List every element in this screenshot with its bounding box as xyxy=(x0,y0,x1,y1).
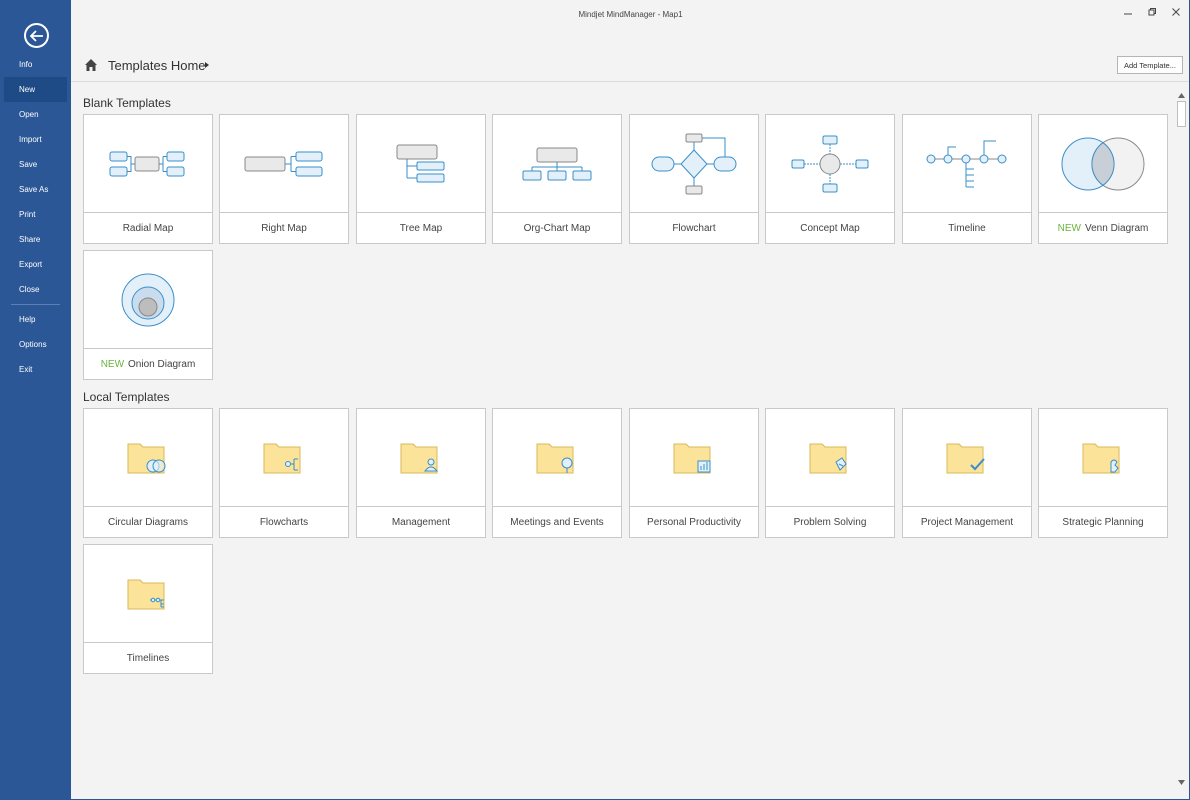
backstage-menu: Info New Open Import Save Save As Print … xyxy=(0,52,71,382)
card-label: Project Management xyxy=(903,506,1031,537)
restore-button[interactable] xyxy=(1142,7,1162,21)
menu-item-new[interactable]: New xyxy=(4,77,67,102)
add-template-button[interactable]: Add Template... xyxy=(1117,56,1183,74)
chevron-up-icon xyxy=(1178,92,1185,98)
concept-map-thumbnail xyxy=(766,115,894,212)
card-label: Management xyxy=(357,506,485,537)
template-folder-timelines[interactable]: Timelines xyxy=(83,544,213,674)
template-card-concept-map[interactable]: Concept Map xyxy=(765,114,895,244)
restore-icon xyxy=(1148,8,1156,16)
card-label: Timelines xyxy=(84,642,212,673)
card-label: Tree Map xyxy=(357,212,485,243)
menu-item-save-as[interactable]: Save As xyxy=(0,177,71,202)
menu-item-help[interactable]: Help xyxy=(0,307,71,332)
folder-icon xyxy=(493,409,621,506)
template-card-timeline[interactable]: Timeline xyxy=(902,114,1032,244)
card-label: Org-Chart Map xyxy=(493,212,621,243)
close-icon xyxy=(1172,8,1180,16)
menu-item-share[interactable]: Share xyxy=(0,227,71,252)
card-label: Personal Productivity xyxy=(630,506,758,537)
page-title[interactable]: Templates Home xyxy=(108,58,206,73)
card-label: Circular Diagrams xyxy=(84,506,212,537)
template-card-org-chart-map[interactable]: Org-Chart Map xyxy=(492,114,622,244)
section-title-local: Local Templates xyxy=(83,390,170,404)
radial-map-thumbnail xyxy=(84,115,212,212)
card-label: Flowchart xyxy=(630,212,758,243)
menu-item-save[interactable]: Save xyxy=(0,152,71,177)
org-chart-thumbnail xyxy=(493,115,621,212)
scrollbar-thumb[interactable] xyxy=(1177,101,1186,127)
menu-item-exit[interactable]: Exit xyxy=(0,357,71,382)
home-icon[interactable] xyxy=(84,58,98,72)
card-label: Radial Map xyxy=(84,212,212,243)
new-badge: NEW xyxy=(1057,222,1081,234)
templates-gallery: Blank Templates Radial Map Right Map Tre… xyxy=(71,83,1175,799)
new-badge: NEW xyxy=(100,358,125,370)
template-card-venn-diagram[interactable]: NEW Venn Diagram xyxy=(1038,114,1168,244)
card-label: Meetings and Events xyxy=(493,506,621,537)
card-label: Concept Map xyxy=(766,212,894,243)
menu-item-info[interactable]: Info xyxy=(0,52,71,77)
card-label: NEW Onion Diagram xyxy=(84,348,212,379)
template-folder-problem-solving[interactable]: Problem Solving xyxy=(765,408,895,538)
right-map-thumbnail xyxy=(220,115,348,212)
template-folder-flowcharts[interactable]: Flowcharts xyxy=(219,408,349,538)
title-bar: Mindjet MindManager - Map1 xyxy=(71,0,1190,28)
card-label: Right Map xyxy=(220,212,348,243)
folder-icon xyxy=(630,409,758,506)
card-label: Problem Solving xyxy=(766,506,894,537)
menu-item-options[interactable]: Options xyxy=(0,332,71,357)
flowchart-thumbnail xyxy=(630,115,758,212)
scroll-up-button[interactable] xyxy=(1176,90,1187,100)
backstage-sidebar: Info New Open Import Save Save As Print … xyxy=(0,0,71,800)
scroll-down-button[interactable] xyxy=(1176,777,1187,787)
card-label: Flowcharts xyxy=(220,506,348,537)
menu-item-import[interactable]: Import xyxy=(0,127,71,152)
tree-map-thumbnail xyxy=(357,115,485,212)
window-title: Mindjet MindManager - Map1 xyxy=(578,10,683,19)
template-folder-meetings-and-events[interactable]: Meetings and Events xyxy=(492,408,622,538)
template-card-onion-diagram[interactable]: NEW Onion Diagram xyxy=(83,250,213,380)
menu-item-close[interactable]: Close xyxy=(0,277,71,302)
timeline-thumbnail xyxy=(903,115,1031,212)
chevron-down-icon xyxy=(1178,779,1185,785)
card-label: NEW Venn Diagram xyxy=(1039,212,1167,243)
menu-item-export[interactable]: Export xyxy=(0,252,71,277)
folder-icon xyxy=(766,409,894,506)
venn-diagram-thumbnail xyxy=(1039,115,1167,212)
minimize-button[interactable] xyxy=(1118,7,1138,21)
back-arrow-icon[interactable] xyxy=(24,23,49,48)
template-folder-circular-diagrams[interactable]: Circular Diagrams xyxy=(83,408,213,538)
template-folder-personal-productivity[interactable]: Personal Productivity xyxy=(629,408,759,538)
vertical-scrollbar[interactable] xyxy=(1175,89,1188,788)
close-window-button[interactable] xyxy=(1166,7,1186,21)
menu-item-print[interactable]: Print xyxy=(0,202,71,227)
folder-icon xyxy=(357,409,485,506)
card-label: Strategic Planning xyxy=(1039,506,1167,537)
template-folder-strategic-planning[interactable]: Strategic Planning xyxy=(1038,408,1168,538)
template-card-radial-map[interactable]: Radial Map xyxy=(83,114,213,244)
breadcrumb-arrow-icon[interactable] xyxy=(205,62,209,68)
templates-header: Templates Home Add Template... xyxy=(71,46,1189,82)
template-card-flowchart[interactable]: Flowchart xyxy=(629,114,759,244)
folder-icon xyxy=(220,409,348,506)
template-card-tree-map[interactable]: Tree Map xyxy=(356,114,486,244)
minimize-icon xyxy=(1124,13,1132,15)
template-folder-project-management[interactable]: Project Management xyxy=(902,408,1032,538)
template-folder-management[interactable]: Management xyxy=(356,408,486,538)
template-card-right-map[interactable]: Right Map xyxy=(219,114,349,244)
card-label: Timeline xyxy=(903,212,1031,243)
section-title-blank: Blank Templates xyxy=(83,96,171,110)
folder-icon xyxy=(84,409,212,506)
folder-icon xyxy=(1039,409,1167,506)
menu-item-open[interactable]: Open xyxy=(0,102,71,127)
folder-icon xyxy=(84,545,212,642)
folder-icon xyxy=(903,409,1031,506)
onion-diagram-thumbnail xyxy=(84,251,212,348)
menu-divider xyxy=(11,304,60,305)
